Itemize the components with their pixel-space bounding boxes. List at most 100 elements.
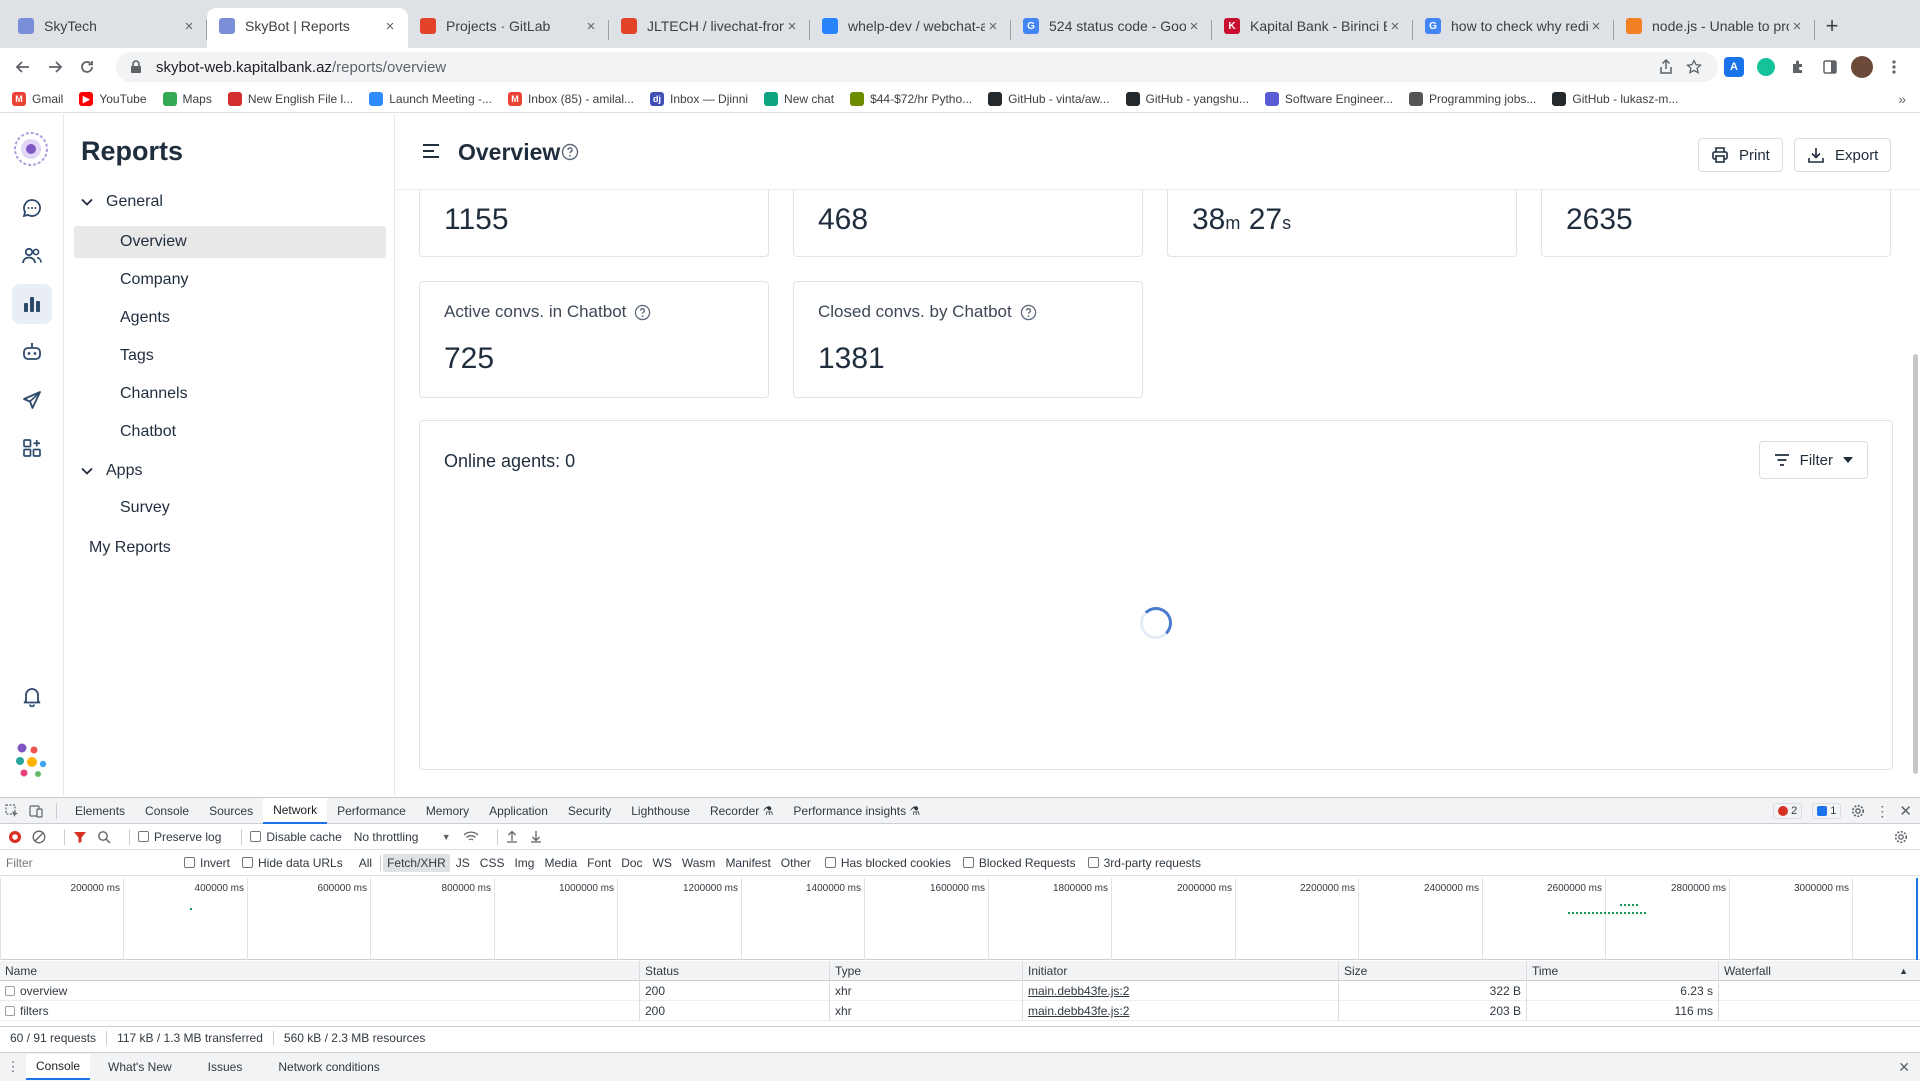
row-checkbox[interactable] (5, 1006, 15, 1016)
forward-arrow-icon[interactable] (40, 52, 70, 82)
filter-button[interactable]: Filter (1758, 441, 1868, 479)
sidebar-group-apps[interactable]: Apps (80, 462, 142, 480)
bookmark-item[interactable]: $44-$72/hr Pytho... (850, 92, 972, 106)
bot-icon[interactable] (12, 332, 52, 372)
close-tab-icon[interactable]: × (583, 18, 599, 35)
device-toolbar-icon[interactable] (24, 798, 48, 824)
throttling-select[interactable]: No throttling ▼ (354, 830, 451, 844)
devtools-tab-console[interactable]: Console (135, 798, 199, 824)
translate-extension-icon[interactable]: A (1718, 52, 1750, 82)
users-icon[interactable] (12, 236, 52, 276)
bookmark-item[interactable]: New chat (764, 92, 834, 106)
inspect-element-icon[interactable] (0, 798, 24, 824)
bookmarks-overflow-icon[interactable]: » (1898, 91, 1906, 107)
sidebar-group-general[interactable]: General (80, 193, 163, 211)
help-circle-icon[interactable] (1020, 304, 1037, 321)
devtools-tab-sources[interactable]: Sources (199, 798, 263, 824)
drawer-tab-issues[interactable]: Issues (190, 1054, 261, 1080)
close-tab-icon[interactable]: × (985, 18, 1001, 35)
info-count-badge[interactable]: 1 (1812, 803, 1842, 819)
bookmark-item[interactable]: New English File l... (227, 92, 353, 106)
table-row[interactable]: filters 200 xhr main.debb43fe.js:2 203 B… (0, 1001, 1920, 1021)
column-header-status[interactable]: Status (639, 961, 829, 981)
sidebar-item-tags[interactable]: Tags (74, 340, 386, 372)
close-tab-icon[interactable]: × (181, 18, 197, 35)
brand-logo[interactable] (12, 740, 52, 780)
row-checkbox[interactable] (5, 986, 15, 996)
bookmark-item[interactable]: Launch Meeting -... (369, 92, 492, 106)
devtools-tab-application[interactable]: Application (479, 798, 558, 824)
share-icon[interactable] (1652, 59, 1680, 75)
devtools-tab-performance[interactable]: Performance (327, 798, 416, 824)
page-scrollbar[interactable] (1913, 354, 1918, 774)
devtools-tab-security[interactable]: Security (558, 798, 621, 824)
initiator-link[interactable]: main.debb43fe.js:2 (1028, 1004, 1129, 1018)
filter-type-manifest[interactable]: Manifest (721, 854, 774, 872)
record-icon[interactable] (8, 830, 22, 844)
sidebar-item-channels[interactable]: Channels (74, 378, 386, 410)
devtools-tab-memory[interactable]: Memory (416, 798, 479, 824)
chat-icon[interactable] (12, 188, 52, 228)
sidebar-item-chatbot[interactable]: Chatbot (74, 416, 386, 448)
bookmark-item[interactable]: ▶ YouTube (79, 92, 147, 106)
export-har-icon[interactable] (530, 830, 542, 843)
bookmark-item[interactable]: Software Engineer... (1264, 92, 1393, 106)
has-blocked-cookies-checkbox[interactable]: Has blocked cookies (824, 856, 951, 870)
drawer-tab-network-conditions[interactable]: Network conditions (260, 1054, 397, 1080)
bookmark-item[interactable]: GitHub - yangshu... (1125, 92, 1249, 106)
browser-tab[interactable]: whelp-dev / webchat-ap × (810, 8, 1011, 48)
back-arrow-icon[interactable] (8, 52, 38, 82)
column-header-type[interactable]: Type (829, 961, 1022, 981)
close-icon[interactable]: ✕ (1899, 802, 1912, 820)
drawer-tab-console[interactable]: Console (26, 1054, 91, 1080)
search-icon[interactable] (97, 830, 111, 844)
browser-tab[interactable]: Projects · GitLab × (408, 8, 609, 48)
side-panel-icon[interactable] (1814, 52, 1846, 82)
filter-type-img[interactable]: Img (510, 854, 538, 872)
filter-type-ws[interactable]: WS (649, 854, 676, 872)
devtools-tab-network[interactable]: Network (263, 797, 328, 824)
reports-chart-icon[interactable] (12, 284, 52, 324)
column-header-size[interactable]: Size (1338, 961, 1526, 981)
browser-tab[interactable]: K Kapital Bank - Birinci Ba × (1212, 8, 1413, 48)
filter-funnel-icon[interactable] (73, 830, 87, 844)
kebab-menu-icon[interactable]: ⋮ (1875, 803, 1889, 820)
sidebar-item-my-reports[interactable]: My Reports (89, 539, 171, 557)
bell-icon[interactable] (12, 676, 52, 716)
browser-tab[interactable]: Ghow to check why redis × (1413, 8, 1614, 48)
bookmark-item[interactable]: GitHub - lukasz-m... (1552, 92, 1678, 106)
clear-icon[interactable] (32, 830, 46, 844)
filter-type-media[interactable]: Media (540, 854, 581, 872)
preserve-log-checkbox[interactable]: Preserve log (138, 830, 221, 844)
close-tab-icon[interactable]: × (1387, 18, 1403, 35)
devtools-tab-recorder[interactable]: Recorder ⚗ (700, 798, 783, 824)
address-bar[interactable]: skybot-web.kapitalbank.az/reports/overvi… (116, 52, 1718, 82)
sidebar-item-overview[interactable]: Overview (74, 226, 386, 258)
help-circle-icon[interactable] (561, 143, 579, 161)
column-header-time[interactable]: Time (1526, 961, 1718, 981)
browser-tab[interactable]: SkyTech × (6, 8, 207, 48)
network-settings-gear-icon[interactable] (1894, 830, 1908, 844)
bookmark-item[interactable]: M Gmail (12, 92, 63, 106)
devtools-tab-performance-insights[interactable]: Performance insights ⚗ (783, 798, 930, 824)
new-tab-plus-icon[interactable]: + (1815, 8, 1849, 48)
bookmark-star-icon[interactable] (1680, 59, 1708, 75)
timeline-cursor[interactable] (1916, 878, 1918, 960)
third-party-requests-checkbox[interactable]: 3rd-party requests (1087, 856, 1201, 870)
close-tab-icon[interactable]: × (784, 18, 800, 35)
extensions-puzzle-icon[interactable] (1782, 52, 1814, 82)
skybot-logo[interactable] (12, 130, 50, 168)
devtools-tab-elements[interactable]: Elements (65, 798, 135, 824)
bookmark-item[interactable]: Programming jobs... (1409, 92, 1536, 106)
bookmark-item[interactable]: GitHub - vinta/aw... (988, 92, 1110, 106)
help-circle-icon[interactable] (634, 304, 651, 321)
hide-data-urls-checkbox[interactable]: Hide data URLs (242, 856, 343, 870)
hamburger-menu-icon[interactable] (422, 143, 440, 159)
filter-type-css[interactable]: CSS (476, 854, 509, 872)
sidebar-item-company[interactable]: Company (74, 264, 386, 296)
column-header-waterfall[interactable]: Waterfall ▲ (1718, 961, 1920, 981)
filter-type-font[interactable]: Font (583, 854, 615, 872)
devtools-tab-lighthouse[interactable]: Lighthouse (621, 798, 700, 824)
settings-gear-icon[interactable] (1851, 804, 1865, 818)
browser-tab[interactable]: node.js - Unable to proc × (1614, 8, 1815, 48)
